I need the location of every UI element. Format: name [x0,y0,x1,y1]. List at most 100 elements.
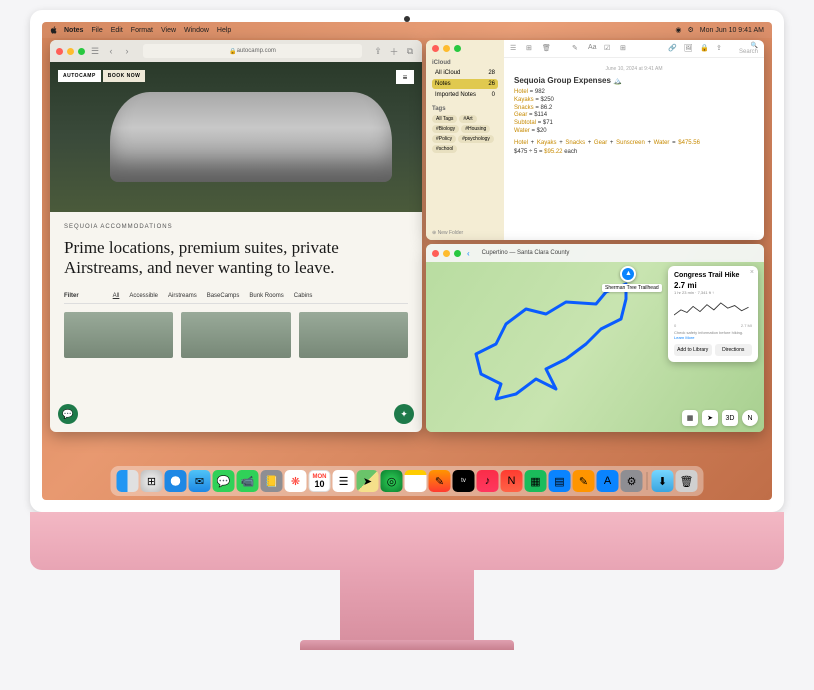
back-icon[interactable]: ‹ [467,249,470,258]
apple-menu-icon[interactable] [50,26,58,34]
forward-icon[interactable]: › [121,45,133,57]
menubar-edit[interactable]: Edit [111,27,123,34]
filter-airstreams[interactable]: Airstreams [168,293,197,299]
back-icon[interactable]: ‹ [105,45,117,57]
dock-facetime-icon[interactable]: 📹 [237,470,259,492]
tabs-icon[interactable]: ⧉ [404,45,416,57]
dock-music-icon[interactable]: ♪ [477,470,499,492]
zoom-button[interactable] [78,48,85,55]
close-button[interactable] [56,48,63,55]
compass-icon[interactable]: N [742,410,758,426]
folder-all-icloud[interactable]: All iCloud28 [432,68,498,78]
thumbnail-2[interactable] [181,312,290,358]
site-logo[interactable]: AUTOCAMP [58,70,101,82]
photo-icon[interactable]: 🖼 [684,44,694,54]
minimize-button[interactable] [67,48,74,55]
dock-trash-icon[interactable]: 🗑 [676,470,698,492]
list-view-icon[interactable]: ☰ [510,44,520,54]
dock-calendar-icon[interactable]: MON10 [309,470,331,492]
add-to-library-button[interactable]: Add to Library [674,344,712,356]
grid-view-icon[interactable]: ⊞ [526,44,536,54]
trailhead-pin-icon[interactable] [620,266,636,282]
control-center-icon[interactable]: ⚙ [688,26,694,34]
wifi-icon[interactable]: ◉ [675,26,681,34]
compose-icon[interactable]: ✎ [572,44,582,54]
menubar-format[interactable]: Format [131,27,153,34]
menubar-view[interactable]: View [161,27,176,34]
filter-all[interactable]: All [113,293,120,299]
dock-reminders-icon[interactable]: ☰ [333,470,355,492]
dock-pages-icon[interactable]: ✎ [573,470,595,492]
book-now-button[interactable]: BOOK NOW [103,70,146,82]
tag-school[interactable]: #school [432,145,457,153]
search-field[interactable]: 🔍 Search [732,42,758,55]
zoom-button[interactable] [454,45,461,52]
dock-photos-icon[interactable] [285,470,307,492]
zoom-button[interactable] [454,250,461,257]
folder-imported[interactable]: Imported Notes0 [432,90,498,100]
dock-safari-icon[interactable] [165,470,187,492]
dock-tv-icon[interactable]: tv [453,470,475,492]
checklist-icon[interactable]: ☑ [604,44,614,54]
tag-housing[interactable]: #Housing [461,125,490,133]
format-icon[interactable]: Aa [588,44,598,54]
learn-more-link[interactable]: Learn More [674,335,694,340]
close-button[interactable] [432,250,439,257]
dock-numbers-icon[interactable]: ▦ [525,470,547,492]
sidebar-toggle-icon[interactable]: ☰ [89,45,101,57]
dock-freeform-icon[interactable]: ✎ [429,470,451,492]
menubar-file[interactable]: File [91,27,102,34]
minimize-button[interactable] [443,250,450,257]
map-mode-icon[interactable]: ▦ [682,410,698,426]
note-body[interactable]: June 10, 2024 at 9:41 AM Sequoia Group E… [504,58,764,163]
share-icon[interactable]: ⇪ [372,45,384,57]
link-icon[interactable]: 🔗 [668,44,678,54]
folder-notes[interactable]: Notes26 [432,79,498,89]
3d-icon[interactable]: 3D [722,410,738,426]
new-tab-icon[interactable]: ＋ [388,45,400,57]
share-icon[interactable]: ⇪ [716,44,726,54]
dock-news-icon[interactable]: N [501,470,523,492]
filter-accessible[interactable]: Accessible [129,293,158,299]
menubar-app-name[interactable]: Notes [64,27,83,34]
menubar-help[interactable]: Help [217,27,231,34]
tag-psychology[interactable]: #psychology [458,135,494,143]
new-folder-button[interactable]: ⊕ New Folder [432,230,463,236]
dock-downloads-icon[interactable]: ⬇ [652,470,674,492]
address-bar[interactable]: 🔒 autocamp.com [143,44,362,58]
menubar-window[interactable]: Window [184,27,209,34]
tag-all[interactable]: All Tags [432,115,457,123]
dock-launchpad-icon[interactable]: ⊞ [141,470,163,492]
minimize-button[interactable] [443,45,450,52]
filter-cabins[interactable]: Cabins [294,293,313,299]
lock-icon[interactable]: 🔒 [700,44,710,54]
dock-settings-icon[interactable]: ⚙ [621,470,643,492]
dock-contacts-icon[interactable]: 📒 [261,470,283,492]
dock-notes-icon[interactable] [405,470,427,492]
dock-mail-icon[interactable]: ✉ [189,470,211,492]
tag-art[interactable]: #Art [459,115,476,123]
maps-location-context[interactable]: Cupertino — Santa Clara County [482,250,570,256]
dock-finder-icon[interactable] [117,470,139,492]
filter-bunkrooms[interactable]: Bunk Rooms [249,293,283,299]
hamburger-icon[interactable]: ≡ [396,70,414,84]
tag-policy[interactable]: #Policy [432,135,456,143]
dock-findmy-icon[interactable]: ◎ [381,470,403,492]
directions-button[interactable]: Directions [715,344,753,356]
table-icon[interactable]: ⊞ [620,44,630,54]
locate-me-icon[interactable]: ➤ [702,410,718,426]
thumbnail-1[interactable] [64,312,173,358]
delete-icon[interactable]: 🗑 [542,44,552,54]
menubar-clock[interactable]: Mon Jun 10 9:41 AM [700,27,764,34]
accessibility-fab-icon[interactable]: ✦ [394,404,414,424]
tag-biology[interactable]: #Biology [432,125,459,133]
dock-maps-icon[interactable]: ➤ [357,470,379,492]
dock-keynote-icon[interactable]: ▤ [549,470,571,492]
thumbnail-3[interactable] [299,312,408,358]
card-close-icon[interactable]: × [750,269,754,276]
chat-fab-icon[interactable]: 💬 [58,404,78,424]
dock-appstore-icon[interactable]: A [597,470,619,492]
close-button[interactable] [432,45,439,52]
filter-basecamps[interactable]: BaseCamps [207,293,240,299]
dock-messages-icon[interactable]: 💬 [213,470,235,492]
